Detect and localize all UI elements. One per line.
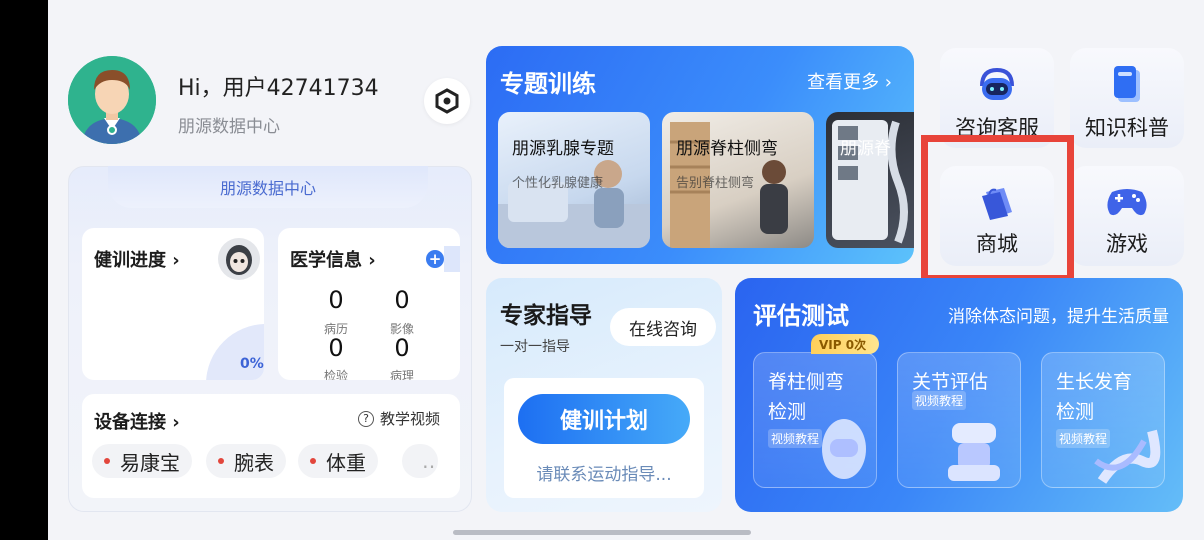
device-item[interactable]: … [402, 444, 438, 478]
assess-card-line2: 检测 [1056, 401, 1095, 423]
shop-highlight-box [921, 135, 1074, 282]
customer-service-tile[interactable]: 咨询客服 [940, 48, 1054, 148]
help-circle-icon: ? [358, 410, 374, 427]
video-tutorial-badge[interactable]: 视频教程 [1056, 429, 1111, 448]
medical-info-card[interactable]: 医学信息 › + 0 病历 0 影像 0 检验 0 病理 [278, 228, 460, 380]
stat-value: 0 [394, 286, 410, 314]
org-name: 朋源数据中心 [178, 117, 280, 137]
video-tutorial-badge[interactable]: 视频教程 [768, 429, 823, 448]
view-more-link[interactable]: 查看更多 › [807, 68, 892, 94]
tile-label: 知识科普 [1085, 116, 1169, 140]
video-tutorial-badge[interactable]: 视频教程 [912, 391, 967, 410]
device-label: 易康宝 [120, 450, 180, 475]
training-progress-card[interactable]: 健训进度 › 0% [82, 228, 264, 380]
online-consult-button[interactable]: 在线咨询 [610, 308, 716, 346]
game-tile[interactable]: 游戏 [1070, 166, 1184, 266]
knowledge-tile[interactable]: 知识科普 [1070, 48, 1184, 148]
training-progress-title: 健训进度 › [94, 250, 180, 271]
assess-card-line1: 关节评估 [912, 371, 989, 393]
book-icon [1114, 66, 1140, 102]
device-label: 腕表 [234, 450, 274, 475]
tutorial-video-link[interactable]: ? 教学视频 [358, 408, 440, 429]
assessment-slogan: 消除体态问题，提升生活质量 [948, 307, 1169, 327]
device-label: … [422, 449, 438, 473]
app-screen: Hi，用户42741734 朋源数据中心 朋源数据中心 健训进度 › 0% 医学… [48, 0, 1204, 540]
topic-card-breast[interactable]: 朋源乳腺专题 个性化乳腺健康 [498, 112, 650, 248]
vertebra-icon [948, 423, 1000, 481]
assessment-panel: 评估测试 消除体态问题，提升生活质量 脊柱侧弯检测 视频教程 VIP 0次 关节… [735, 278, 1183, 512]
topic-training-title: 专题训练 [500, 70, 596, 98]
topic-card-desc: 告别脊柱侧弯 [676, 176, 755, 191]
topic-training-panel: 专题训练 查看更多 › 朋源乳腺专题 个性化乳腺健康 朋源脊柱侧弯 告别脊柱侧弯… [486, 46, 914, 264]
stat-label: 病理 [389, 369, 414, 380]
device-connection-card: 设备连接 › ? 教学视频 易康宝 腕表 体重 … [82, 394, 460, 498]
card-tab-edge [444, 246, 460, 272]
stat-value: 0 [394, 334, 410, 362]
status-dot-icon [218, 458, 224, 464]
plan-hint: 请联系运动指导... [536, 465, 672, 485]
data-center-tab[interactable]: 朋源数据中心 [108, 166, 428, 208]
assessment-title: 评估测试 [753, 302, 849, 330]
assess-card-line2: 检测 [768, 401, 807, 423]
expert-title: 专家指导 [500, 303, 592, 329]
gamepad-icon [1107, 189, 1147, 216]
device-item[interactable]: 易康宝 [92, 444, 192, 478]
status-dot-icon [104, 458, 110, 464]
hexagon-settings-icon [435, 88, 459, 114]
topic-card-title: 朋源乳腺专题 [512, 139, 614, 159]
assess-card-growth[interactable]: 生长发育检测 视频教程 [1041, 352, 1165, 488]
training-plan-button[interactable]: 健训计划 [518, 394, 690, 444]
tutorial-video-label: 教学视频 [380, 410, 441, 428]
assess-card-joint[interactable]: 关节评估 视频教程 [897, 352, 1021, 488]
assess-card-line1: 脊柱侧弯 [768, 371, 845, 393]
add-medical-icon[interactable]: + [426, 250, 444, 268]
headset-robot-icon [980, 67, 1014, 100]
stat-value: 0 [328, 286, 344, 314]
training-progress-value: 0% [240, 356, 264, 372]
topic-card-title: 朋源脊柱侧弯 [676, 139, 778, 159]
coach-avatar [218, 238, 260, 280]
device-connection-title[interactable]: 设备连接 › [94, 408, 180, 434]
device-item[interactable]: 腕表 [206, 444, 286, 478]
stat-label: 检验 [323, 369, 348, 380]
topic-card-desc: 个性化乳腺健康 [512, 176, 604, 191]
medical-info-title: 医学信息 › [290, 250, 376, 271]
user-avatar[interactable] [68, 56, 156, 144]
home-indicator[interactable] [453, 530, 751, 535]
vip-badge: VIP 0次 [811, 334, 879, 354]
topic-card-scoliosis[interactable]: 朋源脊柱侧弯 告别脊柱侧弯 [662, 112, 814, 248]
assess-card-line1: 生长发育 [1056, 371, 1133, 393]
topic-card-title: 朋源脊 [840, 139, 891, 159]
status-dot-icon [310, 458, 316, 464]
stat-value: 0 [328, 334, 344, 362]
settings-button[interactable] [424, 78, 470, 124]
device-label: 体重 [326, 450, 366, 475]
greeting-text: Hi，用户42741734 [178, 76, 379, 101]
device-item[interactable]: 体重 [298, 444, 378, 478]
assess-card-scoliosis[interactable]: 脊柱侧弯检测 视频教程 [753, 352, 877, 488]
expert-subtitle: 一对一指导 [500, 339, 570, 355]
topic-card-spine[interactable]: 朋源脊 [826, 112, 914, 248]
tile-label: 游戏 [1106, 232, 1148, 256]
